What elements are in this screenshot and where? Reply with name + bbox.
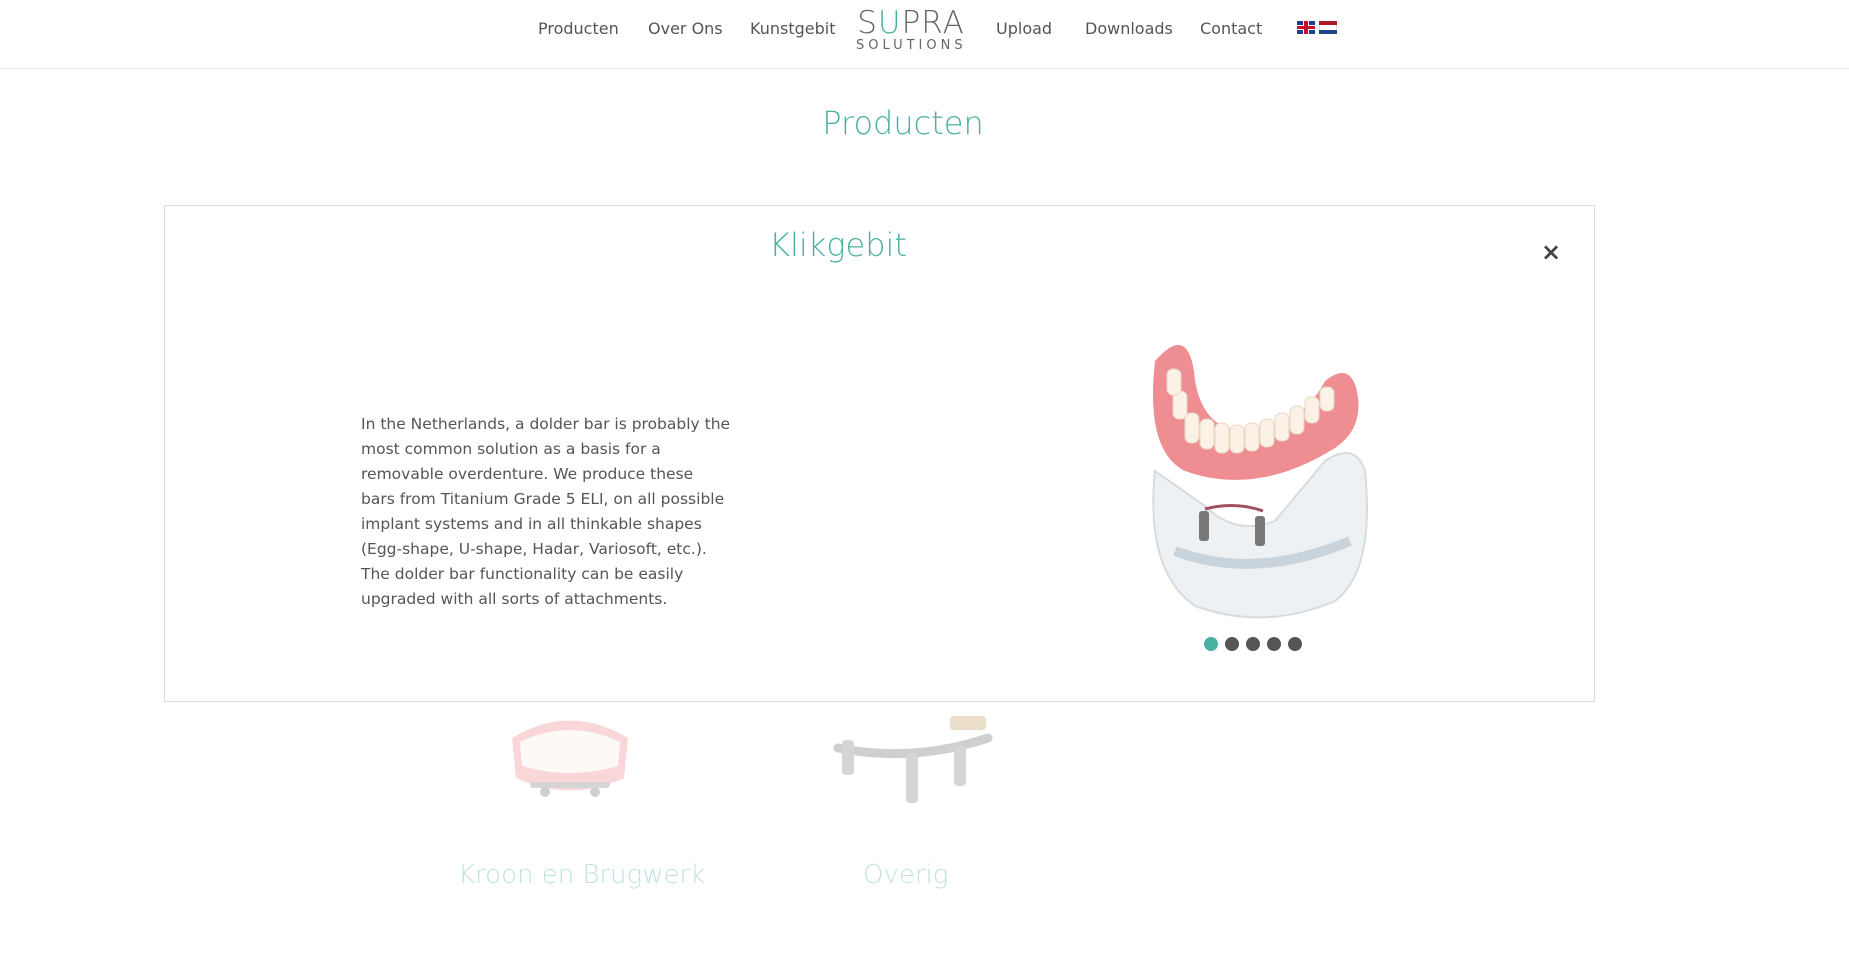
- carousel-dot-4[interactable]: [1267, 637, 1281, 651]
- nav-upload[interactable]: Upload: [996, 19, 1052, 38]
- logo-pra: PRA: [901, 5, 965, 41]
- logo-subtext: SOLUTIONS: [856, 38, 967, 53]
- category-tile-overig[interactable]: [828, 708, 998, 813]
- carousel-dot-1[interactable]: [1204, 637, 1218, 651]
- site-logo[interactable]: SUPRA SOLUTIONS: [856, 6, 966, 56]
- logo-u: U: [877, 5, 902, 41]
- page-title: Producten: [822, 104, 984, 142]
- carousel-dot-5[interactable]: [1288, 637, 1302, 651]
- nl-flag-blue: [1319, 29, 1337, 34]
- product-detail-panel: Klikgebit × In the Netherlands, a dolder…: [164, 205, 1595, 702]
- uk-flag-icon[interactable]: [1297, 21, 1315, 34]
- category-label-overig[interactable]: Overig: [863, 860, 948, 890]
- carousel-dots: [1204, 637, 1302, 653]
- nav-over-ons[interactable]: Over Ons: [648, 19, 723, 38]
- site-header: Producten Over Ons Kunstgebit SUPRA SOLU…: [0, 0, 1849, 69]
- nav-contact[interactable]: Contact: [1200, 19, 1262, 38]
- category-tile-kroon[interactable]: [500, 708, 640, 818]
- product-title: Klikgebit: [769, 226, 907, 264]
- nav-producten[interactable]: Producten: [538, 19, 619, 38]
- carousel-dot-2[interactable]: [1225, 637, 1239, 651]
- logo-s: S: [857, 5, 878, 41]
- logo-text: SUPRA: [856, 6, 966, 40]
- nl-flag-icon[interactable]: [1319, 21, 1337, 34]
- close-icon[interactable]: ×: [1539, 240, 1563, 264]
- product-description: In the Netherlands, a dolder bar is prob…: [361, 415, 731, 608]
- nav-kunstgebit[interactable]: Kunstgebit: [750, 19, 835, 38]
- denture-bridge-image: [512, 720, 628, 797]
- category-label-kroon[interactable]: Kroon en Brugwerk: [458, 860, 705, 890]
- uk-flag-red-v: [1304, 21, 1308, 34]
- implant-bar-image: [833, 716, 993, 803]
- carousel-dot-3[interactable]: [1246, 637, 1260, 651]
- nav-downloads[interactable]: Downloads: [1085, 19, 1173, 38]
- klikgebit-product-image: [1152, 345, 1368, 619]
